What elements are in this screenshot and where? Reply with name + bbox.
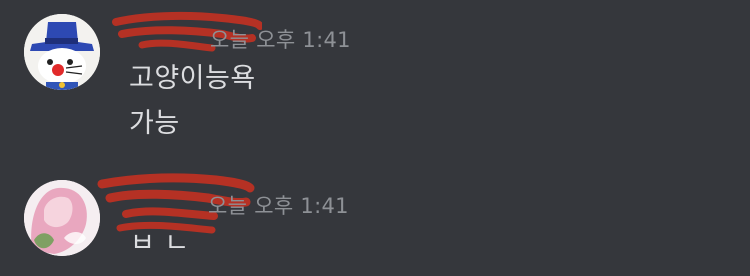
- message-text: 고양이능욕: [129, 63, 256, 94]
- message-text: 가능: [129, 108, 180, 139]
- chat-message: 오늘 오후 1:41 고양이능욕 가능: [0, 0, 750, 160]
- chat-message: 오늘 오후 1:41 ㅂ ㄴ: [0, 160, 750, 276]
- message-timestamp: 오늘 오후 1:41: [208, 194, 349, 218]
- pink-hair-icon: [24, 180, 100, 256]
- message-timestamp: 오늘 오후 1:41: [210, 28, 351, 52]
- cat-blue-hat-icon: [24, 14, 100, 90]
- avatar[interactable]: [24, 180, 100, 256]
- avatar[interactable]: [24, 14, 100, 90]
- message-text: ㅂ ㄴ: [130, 228, 190, 259]
